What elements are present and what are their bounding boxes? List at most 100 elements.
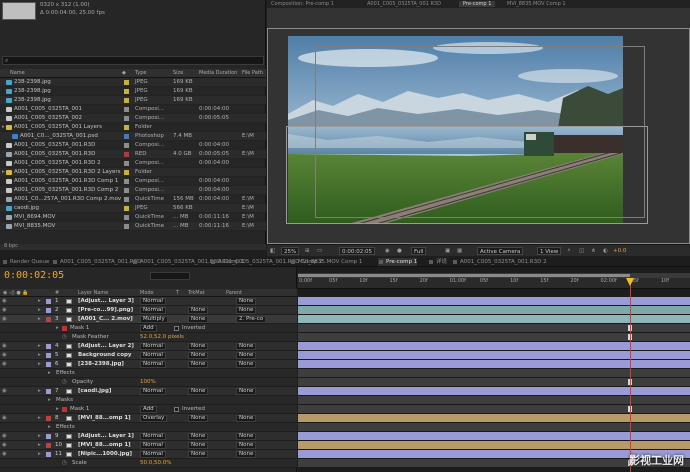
composition-frame[interactable]	[288, 36, 623, 224]
mask-mode-select[interactable]: Add	[140, 406, 157, 413]
track-matte-select[interactable]: None	[188, 433, 209, 440]
blend-mode-select[interactable]: Normal	[140, 352, 166, 359]
track-matte-select[interactable]: None	[188, 307, 209, 314]
project-item[interactable]: ▸ A001_C005_0325TA_001 Layers Folder	[0, 123, 266, 132]
label-swatch[interactable]	[46, 443, 51, 448]
magnification-select[interactable]: 25%	[281, 247, 300, 255]
timeline-property[interactable]: ▸ Mask 1 Add Inverted	[0, 405, 297, 414]
column-name[interactable]: Name	[10, 70, 25, 76]
timeline-property[interactable]: ◷ Scale 50.0,50.0%	[0, 459, 297, 468]
project-item[interactable]: A001_C005_0325TA_001.R3D 2 Composi... 0:00…	[0, 159, 266, 168]
label-swatch[interactable]	[124, 152, 129, 157]
viewer-tab[interactable]: A001_C005_0325TA_001 R3D	[367, 1, 441, 7]
blend-mode-select[interactable]: Normal	[140, 433, 166, 440]
timeline-graph[interactable]: 0:00f 05f 10f 15f 20f 01:00f 05f 10f 15f 20f 02:00…	[298, 267, 690, 472]
parent-select[interactable]: None	[236, 451, 257, 458]
parent-select[interactable]: None	[236, 433, 257, 440]
mask-color-swatch[interactable]	[62, 326, 67, 331]
column-mode[interactable]: Mode	[140, 290, 154, 296]
blend-mode-select[interactable]: Overlay	[140, 415, 168, 422]
property-group-name[interactable]: Effects	[56, 370, 75, 376]
current-time-field[interactable]: 0:00:02:05	[339, 247, 376, 255]
parent-select[interactable]: None	[236, 388, 257, 395]
layer-name[interactable]: [MVI_88...omp 1]	[78, 442, 131, 448]
twirl-icon[interactable]: ▸	[38, 352, 41, 358]
twirl-icon[interactable]: ▸	[38, 433, 41, 439]
exposure-value[interactable]: +0.0	[613, 247, 626, 255]
twirl-icon[interactable]: ▸	[48, 424, 51, 430]
label-swatch[interactable]	[46, 434, 51, 439]
layer-duration-bar[interactable]	[298, 351, 690, 359]
visibility-icon[interactable]: ◉	[2, 316, 7, 322]
column-size[interactable]: Size	[173, 70, 183, 76]
visibility-icon[interactable]: ◉	[2, 451, 7, 457]
twirl-icon[interactable]: ▸	[56, 325, 59, 331]
column-parent[interactable]: Parent	[226, 290, 242, 296]
label-swatch[interactable]	[124, 98, 129, 103]
blend-mode-select[interactable]: Normal	[140, 388, 166, 395]
timeline-property[interactable]: ▸ Effects	[0, 423, 297, 432]
property-group-name[interactable]: Effects	[56, 424, 75, 430]
timeline-tab[interactable]: MVI_8835.MOV Comp 1	[290, 258, 362, 266]
label-swatch[interactable]	[124, 143, 129, 148]
fast-preview-icon[interactable]: ⚡	[567, 247, 571, 255]
layer-name[interactable]: Background copy	[78, 352, 132, 358]
visibility-icon[interactable]: ◉	[2, 442, 7, 448]
layer-name[interactable]: [Adjust... Layer 3]	[78, 298, 134, 304]
project-item[interactable]: A001_C005_0325TA_001.R3D Comp 2 Composi..…	[0, 186, 266, 195]
timeline-tab[interactable]: Pre-comp 1	[378, 258, 418, 266]
twirl-icon[interactable]: ▸	[2, 169, 5, 175]
timeline-search-input[interactable]	[150, 272, 190, 280]
label-swatch[interactable]	[124, 215, 129, 220]
twirl-icon[interactable]: ▸	[38, 388, 41, 394]
visibility-icon[interactable]: ◉	[2, 433, 7, 439]
show-channel-icon[interactable]: ●	[397, 247, 402, 255]
blend-mode-select[interactable]: Normal	[140, 442, 166, 449]
property-value[interactable]: 100%	[140, 379, 156, 385]
timeline-layer[interactable]: ◉ ▸ 11 [Nipic...1000.jpg] Normal None None	[0, 450, 297, 459]
visibility-icon[interactable]: ◉	[2, 307, 7, 313]
label-swatch[interactable]	[124, 80, 129, 85]
column-t[interactable]: T	[176, 290, 179, 296]
project-item[interactable]: A001_C005_0325TA_001 Composi... 0:00:04:00	[0, 105, 266, 114]
project-item[interactable]: ▸ A001_C005_0325TA_001.R3D 2 Layers Folder	[0, 168, 266, 177]
blend-mode-select[interactable]: Normal	[140, 451, 166, 458]
layer-duration-bar[interactable]	[298, 342, 690, 350]
label-swatch[interactable]	[46, 317, 51, 322]
timeline-property[interactable]: ◷ Mask Feather 52.0,52.0 pixels	[0, 333, 297, 342]
twirl-icon[interactable]: ▸	[56, 406, 59, 412]
project-item[interactable]: A001_C005_0325TA_001.R3D Composi... 0:00:0…	[0, 141, 266, 150]
track-matte-select[interactable]: None	[188, 442, 209, 449]
twirl-icon[interactable]: ▸	[38, 415, 41, 421]
project-item[interactable]: MVI_8835.MOV QuickTime ... MB 0:00:11:16 E:\…	[0, 222, 266, 231]
label-swatch[interactable]	[124, 224, 129, 229]
property-group-name[interactable]: Masks	[56, 397, 73, 403]
blend-mode-select[interactable]: Normal	[140, 307, 166, 314]
column-layer-name[interactable]: Layer Name	[78, 290, 108, 296]
twirl-icon[interactable]: ▸	[48, 397, 51, 403]
column-type[interactable]: Type	[135, 70, 146, 76]
stopwatch-icon[interactable]: ◷	[62, 334, 67, 340]
visibility-icon[interactable]: ◉	[2, 361, 7, 367]
current-time-indicator-head[interactable]	[625, 278, 634, 286]
layer-duration-bar[interactable]	[298, 360, 690, 368]
property-value[interactable]: 50.0,50.0%	[140, 460, 171, 466]
visibility-icon[interactable]: ◉	[2, 352, 7, 358]
label-swatch[interactable]	[46, 452, 51, 457]
mask-visibility-icon[interactable]: ▭	[317, 247, 322, 255]
layer-duration-bar[interactable]	[298, 369, 690, 377]
timeline-layer[interactable]: ◉ ▸ 4 [Adjust... Layer 2] Normal None None	[0, 342, 297, 351]
label-swatch[interactable]	[124, 89, 129, 94]
label-swatch[interactable]	[124, 197, 129, 202]
parent-select[interactable]: None	[236, 361, 257, 368]
inverted-checkbox[interactable]	[174, 326, 179, 331]
timeline-layer[interactable]: ◉ ▸ 10 [MVI_88...omp 1] Normal None None	[0, 441, 297, 450]
mask-color-swatch[interactable]	[62, 407, 67, 412]
timeline-property[interactable]: ◷ Opacity 100%	[0, 378, 297, 387]
timeline-layer[interactable]: ◉ ▸ 7 [caodi.jpg] Normal None None	[0, 387, 297, 396]
label-swatch[interactable]	[124, 206, 129, 211]
label-swatch[interactable]	[124, 170, 129, 175]
layer-duration-bar[interactable]	[298, 396, 690, 404]
track-matte-select[interactable]: None	[188, 343, 209, 350]
column-trkmat[interactable]: TrkMat	[188, 290, 205, 296]
